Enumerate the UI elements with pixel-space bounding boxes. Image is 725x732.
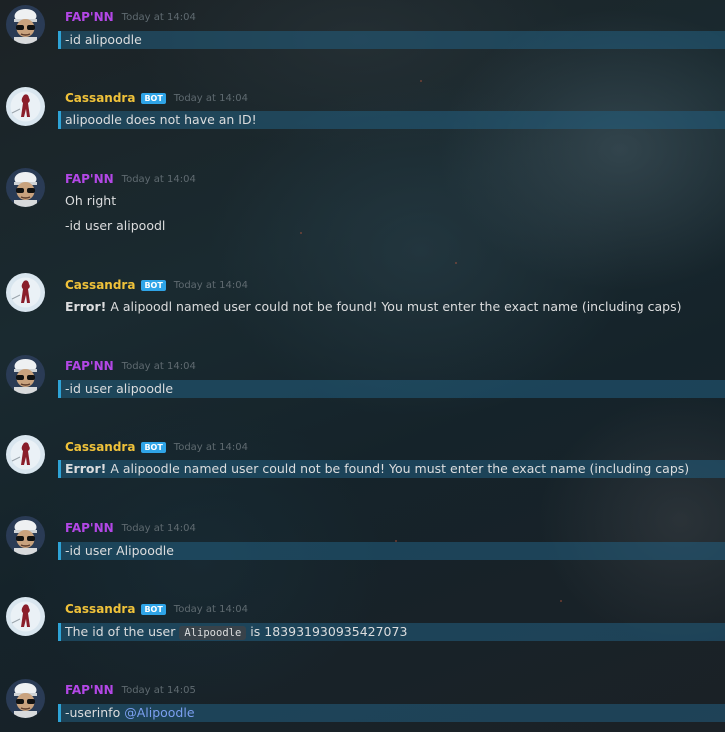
- error-label: Error!: [65, 461, 107, 476]
- timestamp: Today at 14:04: [173, 92, 248, 104]
- error-text: A alipoodl named user could not be found…: [110, 299, 682, 314]
- error-label: Error!: [65, 299, 107, 314]
- message-content: Error! A alipoodle named user could not …: [58, 460, 725, 478]
- id-prefix: The id of the user: [65, 624, 176, 639]
- error-text: A alipoodle named user could not be foun…: [110, 461, 690, 476]
- author-name[interactable]: FAP'NN: [65, 172, 114, 186]
- timestamp: Today at 14:05: [121, 684, 196, 696]
- sunglasses-cap-avatar-icon[interactable]: [6, 679, 45, 718]
- bot-badge: BOT: [141, 441, 166, 453]
- inline-code: Alipoodle: [179, 626, 247, 640]
- timestamp: Today at 14:04: [121, 360, 196, 372]
- message-content: Error! A alipoodl named user could not b…: [58, 298, 725, 316]
- id-suffix: is 183931930935427073: [250, 624, 408, 639]
- command-text: -userinfo: [65, 705, 121, 720]
- author-name[interactable]: FAP'NN: [65, 683, 114, 697]
- timestamp: Today at 14:04: [173, 441, 248, 453]
- message-content: alipoodle does not have an ID!: [58, 111, 725, 129]
- author-name[interactable]: Cassandra: [65, 278, 135, 292]
- bot-badge: BOT: [141, 603, 166, 615]
- sunglasses-cap-avatar-icon[interactable]: [6, 355, 45, 394]
- cassandra-silhouette-avatar-icon[interactable]: [6, 597, 45, 636]
- bot-badge: BOT: [141, 92, 166, 104]
- message-content: -id user alipoodl: [65, 218, 166, 233]
- message-content: The id of the user Alipoodle is 1839319309…: [58, 623, 725, 641]
- timestamp: Today at 14:04: [173, 603, 248, 615]
- background-speck: [455, 262, 457, 264]
- author-name[interactable]: Cassandra: [65, 91, 135, 105]
- timestamp: Today at 14:04: [121, 522, 196, 534]
- timestamp: Today at 14:04: [173, 279, 248, 291]
- author-name[interactable]: FAP'NN: [65, 10, 114, 24]
- sunglasses-cap-avatar-icon[interactable]: [6, 516, 45, 555]
- message-content: Oh right: [65, 193, 117, 208]
- sunglasses-cap-avatar-icon[interactable]: [6, 168, 45, 207]
- author-name[interactable]: Cassandra: [65, 440, 135, 454]
- bot-badge: BOT: [141, 279, 166, 291]
- message-content: -id user Alipoodle: [58, 542, 725, 560]
- message-content: -id alipoodle: [58, 31, 725, 49]
- background-speck: [560, 600, 562, 602]
- author-name[interactable]: FAP'NN: [65, 359, 114, 373]
- timestamp: Today at 14:04: [121, 11, 196, 23]
- author-name[interactable]: FAP'NN: [65, 521, 114, 535]
- sunglasses-cap-avatar-icon[interactable]: [6, 5, 45, 44]
- background-speck: [420, 80, 422, 82]
- cassandra-silhouette-avatar-icon[interactable]: [6, 435, 45, 474]
- message-content: -id user alipoodle: [58, 380, 725, 398]
- cassandra-silhouette-avatar-icon[interactable]: [6, 273, 45, 312]
- author-name[interactable]: Cassandra: [65, 602, 135, 616]
- message-content: -userinfo @Alipoodle: [58, 704, 725, 722]
- cassandra-silhouette-avatar-icon[interactable]: [6, 87, 45, 126]
- user-mention[interactable]: @Alipoodle: [124, 705, 194, 720]
- timestamp: Today at 14:04: [121, 173, 196, 185]
